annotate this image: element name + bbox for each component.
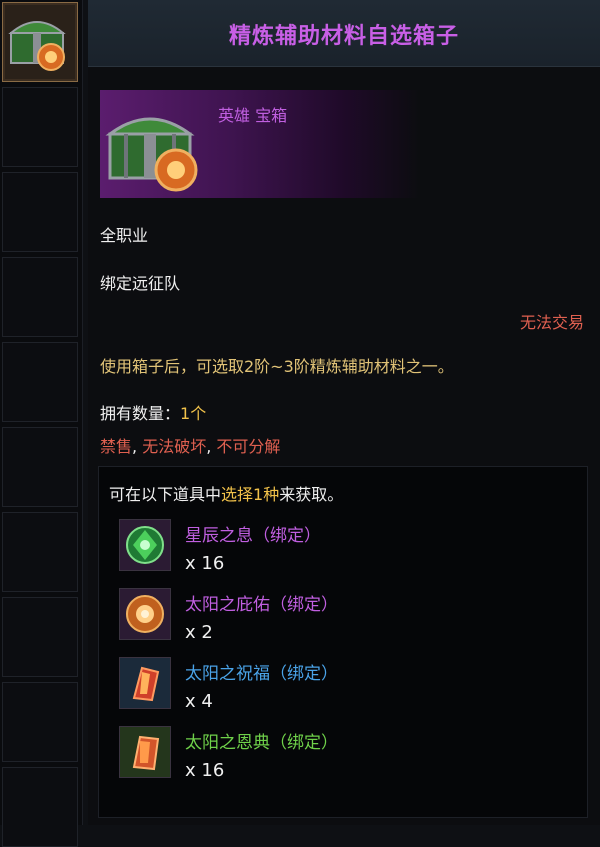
restriction-separator: , xyxy=(132,437,143,456)
reward-instruction: 可在以下道具中选择1种来获取。 xyxy=(109,481,343,505)
item-slot[interactable] xyxy=(2,427,78,507)
item-slot-selected[interactable] xyxy=(2,2,78,82)
orange-crystal-icon xyxy=(119,726,171,778)
item-slot[interactable] xyxy=(2,87,78,167)
reward-option[interactable]: 太阳之庇佑（绑定） x 2 xyxy=(119,588,579,652)
reward-instruction-prefix: 可在以下道具中 xyxy=(109,485,222,504)
reward-option[interactable]: 星辰之息（绑定） x 16 xyxy=(119,519,579,583)
class-restriction: 全职业 xyxy=(100,226,149,245)
item-grade-label: 英雄 宝箱 xyxy=(218,106,288,125)
reward-option[interactable]: 太阳之祝福（绑定） x 4 xyxy=(119,657,579,721)
reward-name: 太阳之祝福（绑定） xyxy=(185,664,338,684)
item-tooltip-panel: 精炼辅助材料自选箱子 英雄 宝箱 全职业 绑定远征队 无法交易 使用箱子后，可选… xyxy=(88,0,600,825)
bind-status: 绑定远征队 xyxy=(100,274,181,293)
reward-selection-box: 可在以下道具中选择1种来获取。 星辰之息（绑定） x 16 太阳之庇佑（绑定） … xyxy=(98,466,588,818)
item-slot[interactable] xyxy=(2,767,78,847)
reward-name: 太阳之恩典（绑定） xyxy=(185,733,338,753)
item-title: 精炼辅助材料自选箱子 xyxy=(228,24,459,49)
item-slot[interactable] xyxy=(2,172,78,252)
restriction-no-destroy: 无法破坏 xyxy=(142,437,207,456)
treasure-chest-icon xyxy=(105,117,198,192)
red-crystal-icon xyxy=(119,657,171,709)
item-slot[interactable] xyxy=(2,597,78,677)
restriction-no-sell: 禁售 xyxy=(100,437,133,456)
restrictions: 禁售, 无法破坏, 不可分解 xyxy=(100,433,280,457)
restriction-separator: , xyxy=(206,437,217,456)
green-gem-icon xyxy=(119,519,171,571)
reward-instruction-highlight: 选择1种 xyxy=(221,485,280,504)
item-slot[interactable] xyxy=(2,682,78,762)
reward-instruction-suffix: 来获取。 xyxy=(279,485,344,504)
reward-count: x 2 xyxy=(185,622,213,643)
orange-gem-icon xyxy=(119,588,171,640)
restriction-no-dismantle: 不可分解 xyxy=(216,437,281,456)
owned-count: 1个 xyxy=(180,404,207,423)
title-bar: 精炼辅助材料自选箱子 xyxy=(88,0,600,67)
item-description: 使用箱子后，可选取2阶~3阶精炼辅助材料之一。 xyxy=(100,357,454,376)
treasure-chest-icon xyxy=(8,21,66,71)
reward-count: x 4 xyxy=(185,691,213,712)
reward-option[interactable]: 太阳之恩典（绑定） x 16 xyxy=(119,726,579,790)
item-slot[interactable] xyxy=(2,257,78,337)
reward-name: 太阳之庇佑（绑定） xyxy=(185,595,338,615)
item-slot[interactable] xyxy=(2,342,78,422)
owned-quantity: 拥有数量：1个 xyxy=(100,400,206,424)
reward-count: x 16 xyxy=(185,760,225,781)
owned-label: 拥有数量： xyxy=(100,404,181,423)
item-slot[interactable] xyxy=(2,512,78,592)
reward-name: 星辰之息（绑定） xyxy=(185,526,321,546)
reward-count: x 16 xyxy=(185,553,225,574)
item-slot-strip xyxy=(0,0,83,847)
trade-status: 无法交易 xyxy=(519,313,584,332)
